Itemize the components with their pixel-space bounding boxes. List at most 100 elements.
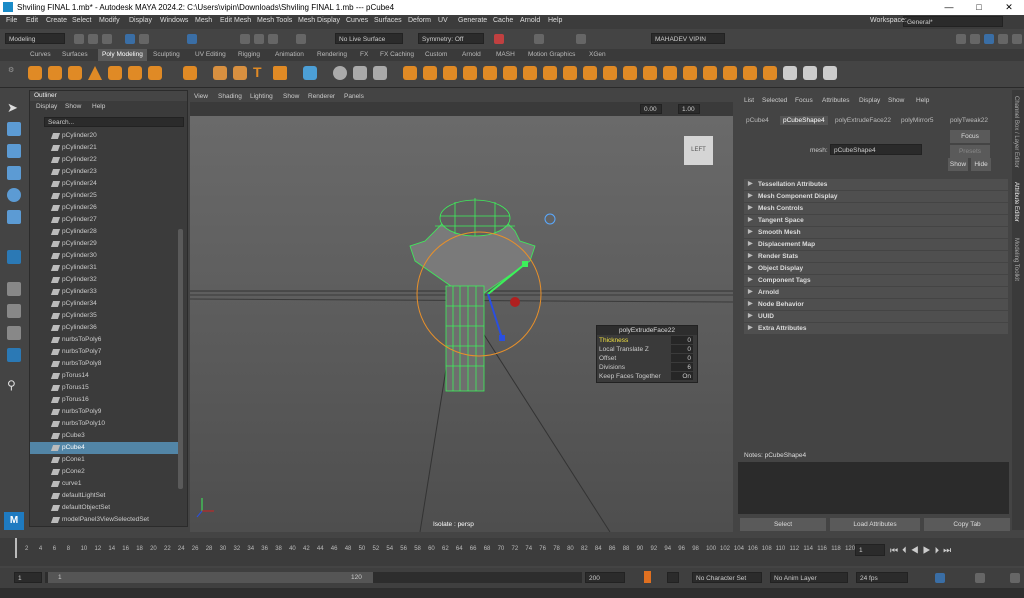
outliner-item[interactable]: curve1: [30, 478, 178, 490]
symmetry-dropdown[interactable]: Symmetry: Off: [418, 33, 484, 44]
menu-cache[interactable]: Cache: [493, 17, 513, 24]
ae-tab-pcube4[interactable]: pCube4: [746, 117, 769, 124]
text-icon[interactable]: T: [253, 64, 267, 80]
move-tool-icon[interactable]: [7, 166, 21, 180]
ae-section[interactable]: ▶ Mesh Component Display: [744, 191, 1008, 202]
viewport-menu-renderer[interactable]: Renderer: [308, 93, 335, 100]
extrude-icon[interactable]: [563, 66, 577, 80]
soften-edge-icon[interactable]: [743, 66, 757, 80]
render-settings-icon[interactable]: [576, 34, 586, 44]
shelf-tab-curves[interactable]: Curves: [30, 51, 51, 58]
ae-section[interactable]: ▶ UUID: [744, 311, 1008, 322]
poly-cube-icon[interactable]: [48, 66, 62, 80]
anim-layer-dropdown[interactable]: No Anim Layer: [770, 572, 848, 583]
minimize-button[interactable]: —: [934, 0, 964, 15]
ae-section[interactable]: ▶ Component Tags: [744, 275, 1008, 286]
rotate-tool-icon[interactable]: [7, 188, 21, 202]
offset-edge-loop-icon[interactable]: [663, 66, 677, 80]
character-set-dropdown[interactable]: No Character Set: [692, 572, 762, 583]
menu-edit[interactable]: Edit: [26, 17, 38, 24]
extrude-tool-popup[interactable]: polyExtrudeFace22 Thickness 0 Local Transl…: [596, 325, 698, 383]
multi-cut-icon[interactable]: [603, 66, 617, 80]
outliner-item[interactable]: pCylinder25: [30, 190, 178, 202]
single-perspective-layout-icon[interactable]: [7, 250, 21, 264]
fps-dropdown[interactable]: 24 fps: [856, 572, 908, 583]
extract-icon[interactable]: [483, 66, 497, 80]
ae-section[interactable]: ▶ Node Behavior: [744, 299, 1008, 310]
menu-arnold[interactable]: Arnold: [520, 17, 540, 24]
user-account-dropdown[interactable]: MAHADEV VIPIN: [651, 33, 725, 44]
shelf-tab-arnold[interactable]: Arnold: [462, 51, 481, 58]
snap-grid-icon[interactable]: [240, 34, 250, 44]
combine-icon[interactable]: [333, 66, 347, 80]
menu-mesh[interactable]: Mesh: [195, 17, 212, 24]
new-scene-icon[interactable]: [74, 34, 84, 44]
ae-section[interactable]: ▶ Displacement Map: [744, 239, 1008, 250]
ae-menu-attributes[interactable]: Attributes: [822, 97, 849, 104]
attribute-editor-toggle-icon[interactable]: [984, 34, 994, 44]
ae-section[interactable]: ▶ Tessellation Attributes: [744, 179, 1008, 190]
outliner-item[interactable]: pTorus16: [30, 394, 178, 406]
bevel-icon[interactable]: [543, 66, 557, 80]
popup-row-value[interactable]: 0: [671, 354, 693, 362]
side-tab-attribute-editor[interactable]: Attribute Editor: [1013, 182, 1019, 222]
append-polygon-icon[interactable]: [583, 66, 597, 80]
live-surface-field[interactable]: No Live Surface: [335, 33, 403, 44]
shelf-tab-mash[interactable]: MASH: [496, 51, 515, 58]
popup-row-value[interactable]: 0: [671, 336, 693, 344]
menu-edit-mesh[interactable]: Edit Mesh: [220, 17, 251, 24]
outliner-item[interactable]: pCylinder28: [30, 226, 178, 238]
ae-section[interactable]: ▶ Smooth Mesh: [744, 227, 1008, 238]
outliner-item[interactable]: pCube4: [30, 442, 178, 454]
harden-edge-icon[interactable]: [763, 66, 777, 80]
boolean-intersection-icon[interactable]: [443, 66, 457, 80]
boolean-union-icon[interactable]: [403, 66, 417, 80]
channel-box-icon[interactable]: [1012, 34, 1022, 44]
load-attributes-button[interactable]: Load Attributes: [830, 518, 920, 531]
ae-section[interactable]: ▶ Render Stats: [744, 251, 1008, 262]
outliner-item[interactable]: pCylinder34: [30, 298, 178, 310]
snap-curve-icon[interactable]: [254, 34, 264, 44]
viewport-menu-view[interactable]: View: [194, 93, 208, 100]
outliner-item[interactable]: pCylinder31: [30, 262, 178, 274]
ae-section[interactable]: ▶ Tangent Space: [744, 215, 1008, 226]
hide-button[interactable]: Hide: [971, 158, 991, 171]
outliner-item[interactable]: pCylinder22: [30, 154, 178, 166]
viewport-menu-lighting[interactable]: Lighting: [250, 93, 273, 100]
popup-row[interactable]: Thickness 0: [599, 336, 695, 345]
four-view-layout-icon[interactable]: [7, 282, 21, 296]
time-slider[interactable]: 2 4 6 8 10 12 14 16 18 20 22 24 26 28 30 32 34 36 38 40 42 44…: [0, 538, 1024, 566]
bridge-icon[interactable]: [503, 66, 517, 80]
paint-select-icon[interactable]: [783, 66, 797, 80]
uv-editor-icon[interactable]: [723, 66, 737, 80]
planar-uv-icon[interactable]: [683, 66, 697, 80]
select-mode-icon[interactable]: [125, 34, 135, 44]
shelf-tab-rendering[interactable]: Rendering: [317, 51, 347, 58]
ae-menu-focus[interactable]: Focus: [795, 97, 813, 104]
ae-tab-pcubeshape4[interactable]: pCubeShape4: [780, 116, 828, 125]
outliner-scrollbar[interactable]: [178, 229, 183, 489]
outliner-item[interactable]: nurbsToPoly8: [30, 358, 178, 370]
maximize-button[interactable]: □: [964, 0, 994, 15]
snap-point-icon[interactable]: [268, 34, 278, 44]
popup-row[interactable]: Divisions 6: [599, 363, 695, 372]
menu-create[interactable]: Create: [46, 17, 67, 24]
close-button[interactable]: ✕: [994, 0, 1024, 15]
poly-disc-icon[interactable]: [148, 66, 162, 80]
sound-icon[interactable]: [975, 573, 985, 583]
ae-section[interactable]: ▶ Extra Attributes: [744, 323, 1008, 334]
menu-generate[interactable]: Generate: [458, 17, 487, 24]
popup-row[interactable]: Keep Faces Together On: [599, 372, 695, 381]
outliner-item[interactable]: pCylinder36: [30, 322, 178, 334]
ae-tab-polyextrudeface22[interactable]: polyExtrudeFace22: [835, 117, 891, 124]
select-tool-icon[interactable]: ➤: [7, 100, 21, 115]
outliner-item[interactable]: pCylinder23: [30, 166, 178, 178]
menu-display[interactable]: Display: [129, 17, 152, 24]
menu-windows[interactable]: Windows: [160, 17, 188, 24]
poly-torus-icon[interactable]: [108, 66, 122, 80]
outliner-item[interactable]: pCylinder29: [30, 238, 178, 250]
menu-mesh-display[interactable]: Mesh Display: [298, 17, 340, 24]
poly-plane-icon[interactable]: [128, 66, 142, 80]
menu-curves[interactable]: Curves: [346, 17, 368, 24]
grid-spacing-field[interactable]: 0.00: [640, 104, 662, 114]
